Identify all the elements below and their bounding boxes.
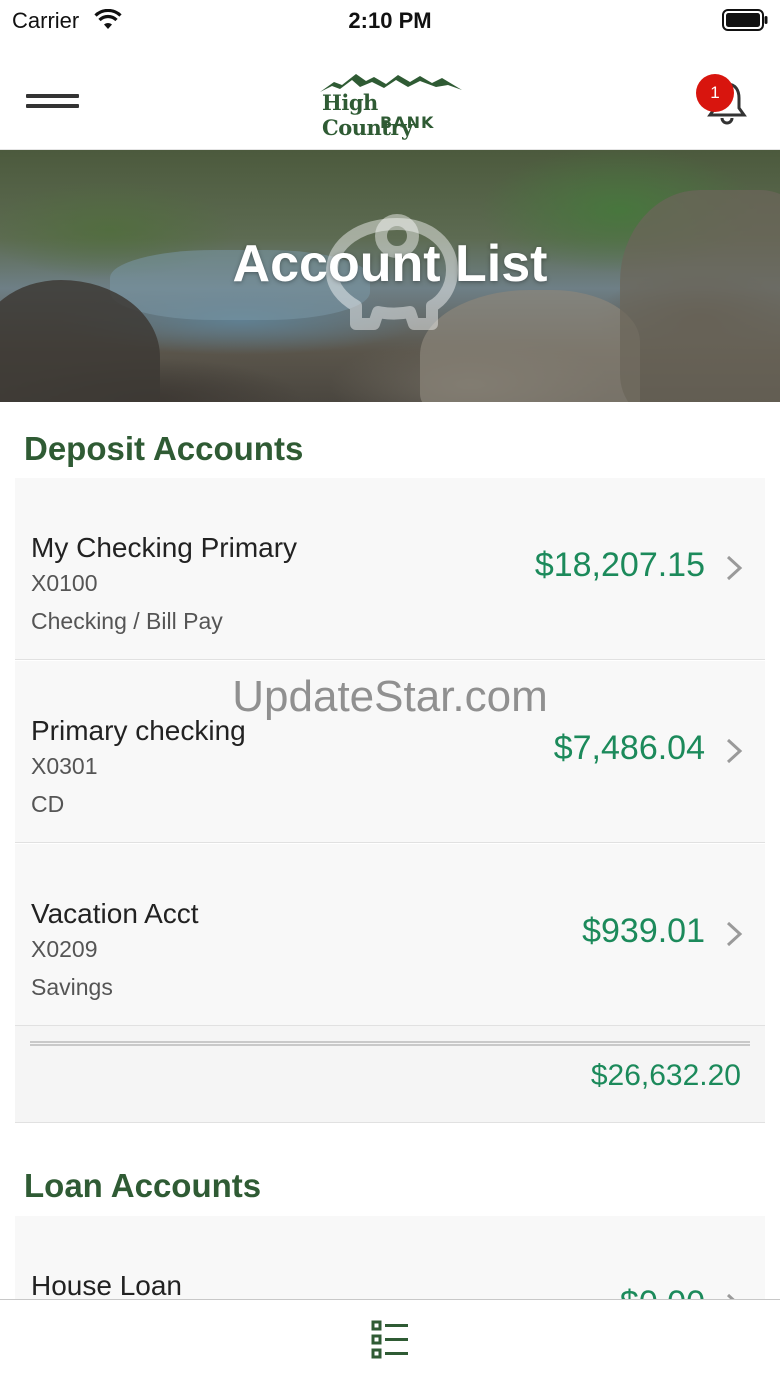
- account-balance: $939.01: [582, 912, 705, 950]
- chevron-right-icon: [726, 555, 743, 581]
- account-row[interactable]: My Checking Primary X0100 Checking / Bil…: [15, 478, 765, 660]
- watermark: UpdateStar.com: [232, 672, 548, 721]
- notifications-button[interactable]: 1: [696, 74, 752, 126]
- account-name: House Loan: [31, 1270, 183, 1301]
- list-icon[interactable]: [368, 1318, 412, 1360]
- clock: 2:10 PM: [348, 8, 432, 33]
- account-balance: $18,207.15: [534, 546, 705, 584]
- status-bar: Carrier 2:10 PM: [0, 0, 780, 40]
- section-title-deposit: Deposit Accounts: [24, 430, 304, 467]
- account-type: CD: [31, 791, 65, 817]
- battery-icon: [722, 9, 768, 31]
- section-title-loan: Loan Accounts: [24, 1167, 262, 1204]
- tab-bar: [0, 1299, 780, 1387]
- account-number: X0100: [31, 570, 98, 596]
- account-name: Vacation Acct: [31, 898, 199, 929]
- account-type: Checking / Bill Pay: [31, 608, 223, 634]
- bank-logo: High Country BANK: [316, 70, 466, 140]
- hamburger-icon-bar-bottom: [26, 104, 79, 108]
- logo-text-bank: BANK: [380, 113, 435, 132]
- nav-bar: High Country BANK 1: [0, 40, 780, 150]
- account-row[interactable]: Vacation Acct X0209 Savings $939.01: [15, 844, 765, 1026]
- account-name: My Checking Primary: [31, 532, 298, 563]
- account-number: X0209: [31, 936, 98, 962]
- hero-rock: [620, 190, 780, 402]
- account-type: Savings: [31, 974, 113, 1000]
- chevron-right-icon: [726, 738, 743, 764]
- account-balance: $7,486.04: [553, 729, 705, 767]
- chevron-right-icon: [726, 921, 743, 947]
- deposit-total-row: $26,632.20: [15, 1026, 765, 1123]
- notification-badge: 1: [696, 74, 734, 112]
- total-divider: [30, 1041, 750, 1046]
- menu-button[interactable]: [24, 90, 82, 112]
- account-number: X0301: [31, 753, 98, 779]
- hero-banner: Account List: [0, 150, 780, 402]
- hamburger-icon-bar-top: [26, 94, 79, 98]
- page-title: Account List: [232, 235, 548, 293]
- deposit-total: $26,632.20: [590, 1059, 741, 1092]
